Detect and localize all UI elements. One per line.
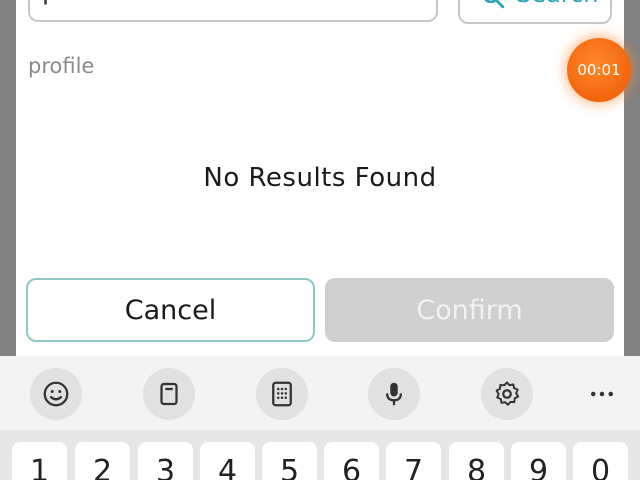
cancel-button[interactable]: Cancel bbox=[26, 278, 315, 342]
keyboard-toolbar bbox=[0, 356, 640, 430]
more-icon bbox=[591, 391, 613, 397]
emoji-icon bbox=[43, 381, 69, 407]
empty-results-message: No Results Found bbox=[203, 163, 437, 193]
microphone-icon bbox=[386, 382, 402, 406]
search-input-value: phatscookin bbox=[42, 0, 205, 6]
settings-button[interactable] bbox=[481, 368, 533, 420]
clipboard-button[interactable] bbox=[143, 368, 195, 420]
search-button-label: Search bbox=[516, 0, 598, 8]
key-9[interactable]: 9 bbox=[511, 442, 566, 480]
section-label-profile: profile bbox=[28, 54, 95, 78]
recording-timer-badge[interactable]: 00:01 bbox=[567, 38, 631, 102]
dim-overlay-left bbox=[0, 0, 16, 356]
search-dialog: phatscookin Search profile No Results Fo… bbox=[16, 0, 624, 356]
confirm-button[interactable]: Confirm bbox=[325, 278, 614, 342]
key-0[interactable]: 0 bbox=[573, 442, 628, 480]
key-6[interactable]: 6 bbox=[324, 442, 379, 480]
key-2[interactable]: 2 bbox=[75, 442, 130, 480]
key-4[interactable]: 4 bbox=[200, 442, 255, 480]
emoji-button[interactable] bbox=[30, 368, 82, 420]
voice-input-button[interactable] bbox=[368, 368, 420, 420]
key-3[interactable]: 3 bbox=[138, 442, 193, 480]
search-icon bbox=[484, 0, 505, 9]
search-input[interactable]: phatscookin bbox=[28, 0, 438, 22]
key-7[interactable]: 7 bbox=[386, 442, 441, 480]
more-options-button[interactable] bbox=[576, 368, 628, 420]
key-1[interactable]: 1 bbox=[12, 442, 67, 480]
clipboard-icon bbox=[160, 382, 178, 406]
key-5[interactable]: 5 bbox=[262, 442, 317, 480]
key-8[interactable]: 8 bbox=[449, 442, 504, 480]
search-button[interactable]: Search bbox=[458, 0, 612, 24]
number-key-row: 1 2 3 4 5 6 7 8 9 0 bbox=[0, 430, 640, 480]
settings-icon bbox=[495, 381, 520, 406]
keypad-icon bbox=[272, 381, 292, 407]
keypad-button[interactable] bbox=[256, 368, 308, 420]
